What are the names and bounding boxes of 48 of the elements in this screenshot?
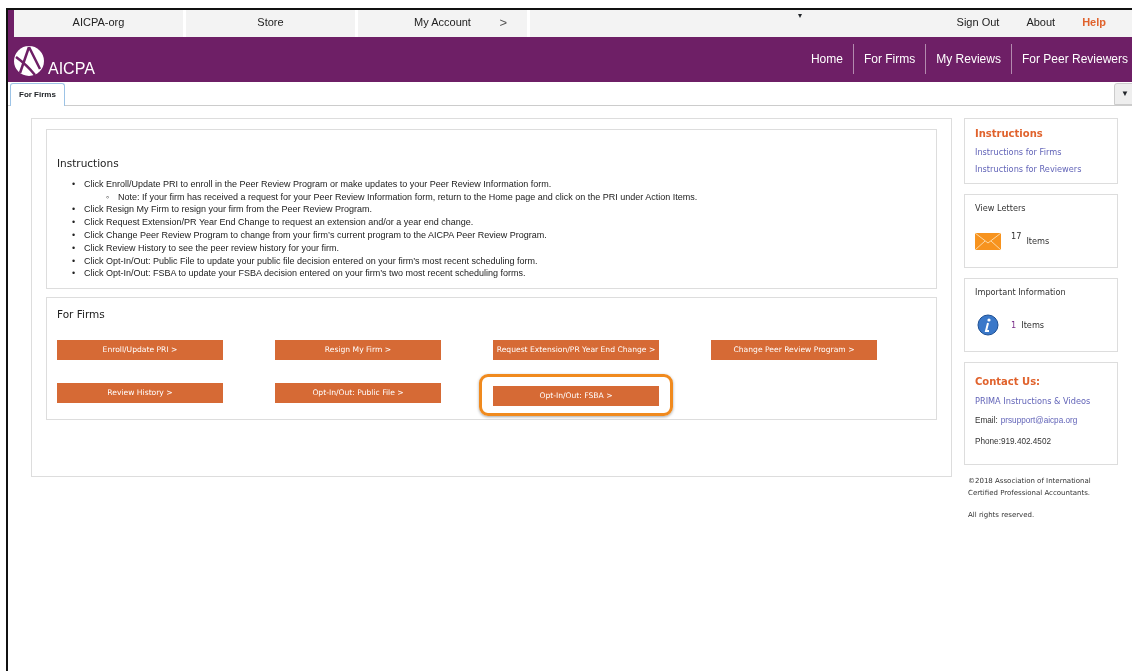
section-title: Instructions: [57, 156, 120, 171]
phone-text: Phone:919.402.4502: [975, 435, 1053, 448]
info-icon: [975, 314, 1001, 337]
top-link[interactable]: About: [1026, 10, 1056, 37]
menu-button[interactable]: ▼: [1114, 83, 1132, 105]
nav-link[interactable]: Home: [800, 44, 853, 74]
bullet-icon: ◦: [106, 190, 118, 204]
instruction-text: Click Request Extension/PR Year End Change to request an extension and/or a year end change.: [84, 217, 474, 228]
instruction-text: Click Enroll/Update PRI to enroll in the Peer Review Program or make updates to your Peer Review Information form.: [84, 178, 552, 189]
top-link[interactable]: AICPA-org: [72, 16, 125, 28]
top-link[interactable]: My Account: [414, 16, 471, 28]
section-title: For Firms: [57, 307, 106, 323]
item-count[interactable]: 1: [1011, 319, 1017, 332]
nav-link[interactable]: My Reviews: [925, 44, 1011, 74]
bullet-icon: •: [72, 203, 84, 217]
chevron-icon: >: [499, 10, 507, 35]
bullet-icon: •: [72, 228, 84, 242]
instruction-text: Click Resign My Firm to resign your firm from the Peer Review Program.: [84, 204, 373, 215]
sidebar-link[interactable]: Instructions for Reviewers: [975, 163, 1107, 176]
panel-title: View Letters: [975, 201, 1027, 214]
tab[interactable]: For Firms: [10, 83, 65, 106]
bullet-icon: •: [72, 177, 84, 191]
dropdown-caret[interactable]: ▾: [798, 10, 802, 37]
instruction-text: Click Opt-In/Out: FSBA to update your FSBA decision entered on your firm’s two most recent scheduling forms.: [84, 268, 526, 279]
note-text: Note: If your firm has received a request for your Peer Review Information form, return to the Home page and click on the PRI under Action Items.: [118, 191, 698, 202]
email-link[interactable]: prsupport@aicpa.org: [1000, 416, 1078, 426]
item-count[interactable]: 17: [1011, 229, 1022, 243]
instruction-text: Click Review History to see the peer review history for your firm.: [84, 242, 340, 253]
bullet-icon: •: [72, 241, 84, 255]
top-link[interactable]: Store: [257, 16, 284, 28]
logo-text: AICPA: [48, 61, 95, 77]
bullet-icon: •: [72, 267, 84, 281]
bullet-icon: •: [72, 254, 84, 268]
nav-link[interactable]: For Peer Reviewers: [1010, 44, 1132, 74]
items-label: Items: [1026, 234, 1050, 248]
instruction-text: Click Change Peer Review Program to change from your firm’s current program to the AICPA Peer Review Program.: [84, 229, 547, 240]
panel-title: Important Information: [975, 285, 1067, 299]
panel-title: Contact Us:: [975, 375, 1042, 390]
panel-title: Instructions: [975, 127, 1044, 141]
sidebar-link[interactable]: Instructions for Firms: [975, 146, 1107, 159]
sidebar-link[interactable]: PRIMA Instructions & Videos: [975, 395, 1107, 408]
email-label: Email:: [975, 416, 998, 426]
items-label: Items: [1021, 319, 1045, 332]
top-link[interactable]: Sign Out: [956, 10, 1000, 37]
instruction-text: Click Opt-In/Out: Public File to update your public file decision entered on your firm’s most recent scheduling form.: [84, 255, 538, 266]
logo-icon: [13, 45, 45, 77]
bullet-icon: •: [72, 216, 84, 229]
nav-link[interactable]: For Firms: [852, 44, 926, 74]
